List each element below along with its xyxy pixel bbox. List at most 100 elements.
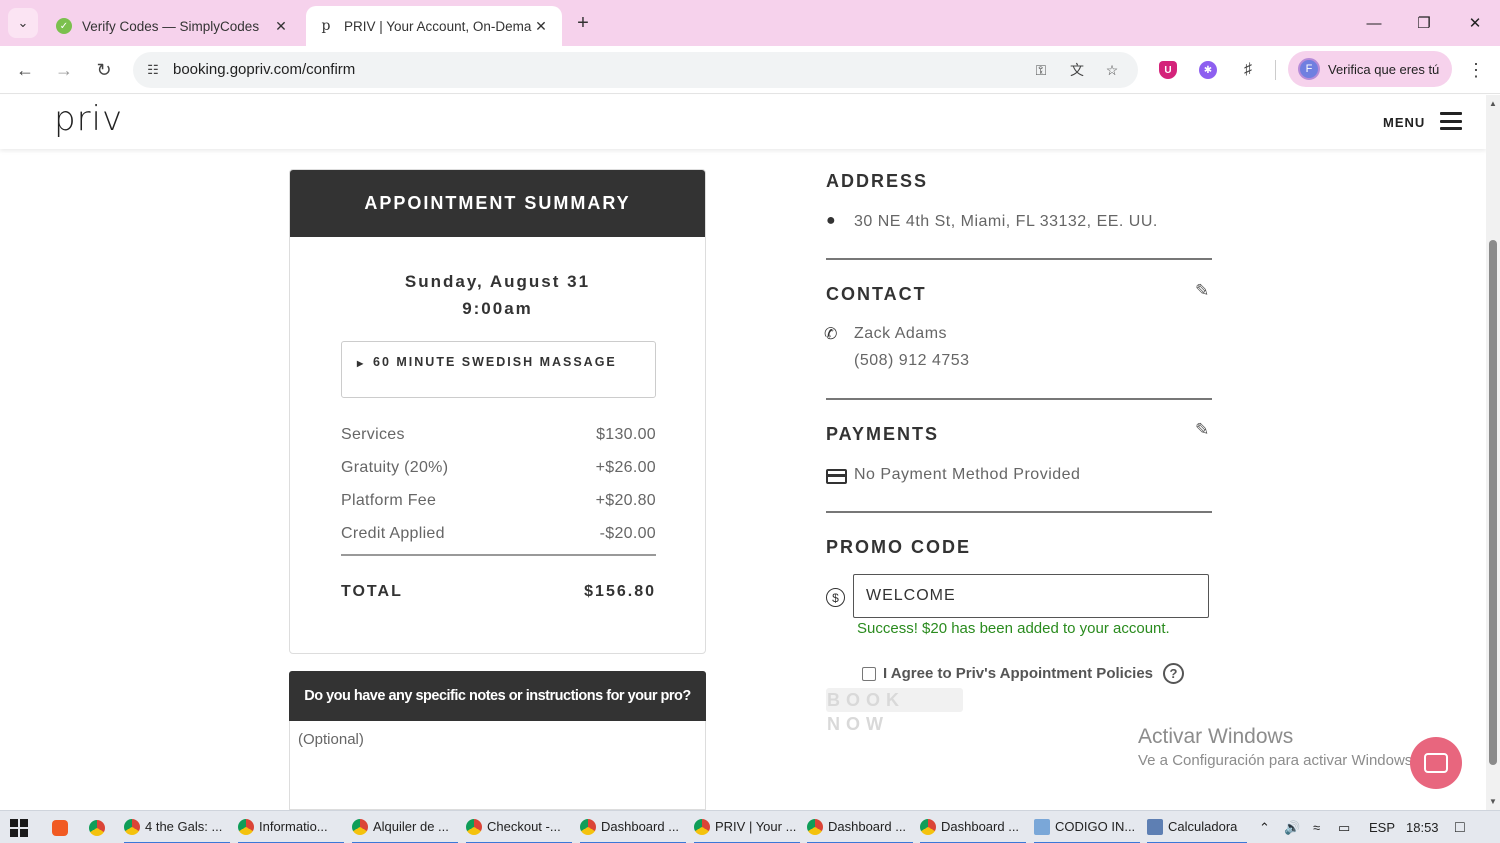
priv-logo[interactable]: priv	[54, 99, 123, 139]
volume-icon[interactable]: 🔊	[1284, 811, 1300, 843]
chat-icon	[1424, 753, 1448, 773]
agree-checkbox[interactable]	[862, 666, 876, 681]
tab-simplycodes[interactable]: ✓ Verify Codes — SimplyCodes ✕	[44, 6, 302, 46]
password-key-icon[interactable]: ⚿	[1030, 60, 1052, 80]
chrome-icon	[89, 819, 105, 836]
location-pin-icon: ●	[826, 212, 836, 229]
reload-button[interactable]: ↻	[90, 56, 118, 84]
menu-label[interactable]: MENU	[1383, 115, 1425, 130]
calculator-icon	[1147, 818, 1163, 835]
taskbar-item[interactable]: Checkout -...	[466, 811, 572, 843]
service-item[interactable]: ▶ 60 MINUTE SWEDISH MASSAGE	[341, 341, 656, 398]
line-item-platform-fee: Platform Fee +$20.80	[341, 492, 656, 525]
notes-placeholder: (Optional)	[298, 731, 364, 748]
start-button[interactable]	[10, 811, 32, 843]
dollar-circle-icon: $	[826, 588, 845, 607]
hamburger-menu-icon[interactable]	[1440, 112, 1462, 130]
contact-name: Zack Adams	[854, 325, 948, 342]
promo-code-input[interactable]	[853, 574, 1209, 618]
taskbar-item-label: Dashboard ...	[601, 819, 680, 834]
chrome-icon	[920, 818, 936, 835]
taskbar-item[interactable]: 4 the Gals: ...	[124, 811, 230, 843]
taskbar-item[interactable]: PRIV | Your ...	[694, 811, 800, 843]
tray-overflow-icon[interactable]: ⌃	[1259, 811, 1270, 843]
browser-toolbar: ← → ↻ ☷ booking.gopriv.com/confirm ⚿ 文 ☆…	[0, 46, 1500, 94]
tab-close-icon[interactable]: ✕	[272, 18, 290, 35]
line-item-label: Gratuity (20%)	[341, 459, 449, 476]
line-item-gratuity: Gratuity (20%) +$26.00	[341, 459, 656, 492]
help-icon[interactable]: ?	[1163, 663, 1185, 684]
promo-title: PROMO CODE	[826, 537, 972, 557]
tab-search-button[interactable]: ⌄	[8, 8, 38, 38]
bookmark-star-icon[interactable]: ☆	[1101, 60, 1123, 80]
clock[interactable]: 18:53	[1406, 811, 1439, 843]
line-item-label: Credit Applied	[341, 525, 445, 542]
browser-menu-icon[interactable]: ⋮	[1464, 58, 1488, 82]
chrome-icon	[580, 818, 596, 835]
tab-close-icon[interactable]: ✕	[532, 18, 550, 35]
line-item-services: Services $130.00	[341, 426, 656, 459]
scrollbar-thumb[interactable]	[1489, 240, 1497, 765]
battery-icon[interactable]: ▭	[1338, 811, 1350, 843]
arrow-left-icon: ←	[16, 59, 34, 80]
extension-shield-icon[interactable]: U	[1156, 58, 1180, 82]
scroll-up-icon[interactable]: ▲	[1489, 99, 1497, 108]
wifi-icon[interactable]: ≈	[1313, 811, 1320, 843]
total-row: TOTAL $156.80	[341, 583, 656, 601]
translate-icon[interactable]: 文	[1066, 60, 1088, 80]
appointment-time: 9:00am	[462, 299, 533, 318]
notepad-icon	[1034, 818, 1050, 835]
taskbar-brave[interactable]	[52, 811, 73, 843]
taskbar-item[interactable]: Dashboard ...	[807, 811, 913, 843]
language-indicator[interactable]: ESP	[1369, 811, 1395, 843]
taskbar-item[interactable]: Informatio...	[238, 811, 344, 843]
window-minimize-button[interactable]: —	[1354, 10, 1394, 36]
chat-launcher-button[interactable]	[1410, 737, 1462, 789]
taskbar-item-label: Alquiler de ...	[373, 819, 449, 834]
extension-swirl-icon[interactable]: ✱	[1196, 58, 1220, 82]
taskbar-item-label: Informatio...	[259, 819, 328, 834]
chrome-icon	[352, 818, 368, 835]
promo-success-message: Success! $20 has been added to your acco…	[857, 620, 1170, 637]
forward-button[interactable]: →	[50, 56, 78, 84]
edit-payment-icon[interactable]: ✎	[1195, 420, 1209, 440]
tab-priv[interactable]: p PRIV | Your Account, On-Demar ✕	[306, 6, 562, 46]
taskbar-item[interactable]: Dashboard ...	[920, 811, 1026, 843]
chrome-icon	[694, 818, 710, 835]
profile-button[interactable]: F Verifica que eres tú	[1288, 51, 1452, 87]
taskbar-item-label: Dashboard ...	[828, 819, 907, 834]
notes-heading: Do you have any specific notes or instru…	[289, 671, 706, 721]
notifications-icon[interactable]: □	[1455, 811, 1465, 843]
taskbar-chrome[interactable]	[89, 811, 110, 843]
window-restore-button[interactable]: ❐	[1404, 10, 1444, 36]
chrome-icon	[807, 818, 823, 835]
address-bar[interactable]: ☷ booking.gopriv.com/confirm ⚿ 文 ☆	[133, 52, 1138, 88]
line-item-value: +$26.00	[595, 459, 656, 476]
taskbar-item[interactable]: Calculadora	[1147, 811, 1247, 843]
scroll-down-icon[interactable]: ▼	[1489, 797, 1497, 806]
agree-label[interactable]: I Agree to Priv's Appointment Policies	[883, 665, 1153, 682]
page-scrollbar[interactable]: ▲ ▼	[1486, 95, 1500, 810]
appointment-summary-card: APPOINTMENT SUMMARY Sunday, August 31 9:…	[289, 169, 706, 654]
window-close-button[interactable]: ✕	[1455, 10, 1495, 36]
edit-contact-icon[interactable]: ✎	[1195, 281, 1209, 301]
taskbar-item-label: Checkout -...	[487, 819, 561, 834]
watermark-title: Activar Windows	[1138, 725, 1294, 748]
notes-textarea[interactable]: (Optional)	[289, 721, 706, 810]
profile-label: Verifica que eres tú	[1328, 61, 1440, 77]
book-now-button[interactable]: BOOK NOW	[826, 688, 963, 734]
taskbar-item[interactable]: Alquiler de ...	[352, 811, 458, 843]
new-tab-button[interactable]: +	[570, 10, 596, 36]
line-item-label: Platform Fee	[341, 492, 437, 509]
taskbar-item[interactable]: CODIGO IN...	[1034, 811, 1140, 843]
back-button[interactable]: ←	[11, 56, 39, 84]
taskbar-item[interactable]: Dashboard ...	[580, 811, 686, 843]
url-text[interactable]: booking.gopriv.com/confirm	[173, 61, 355, 78]
priv-favicon-icon: p	[321, 18, 331, 34]
site-settings-icon[interactable]: ☷	[143, 60, 163, 80]
chrome-icon	[466, 818, 482, 835]
appointment-date: Sunday, August 31	[404, 272, 591, 291]
extensions-puzzle-icon[interactable]: ♯	[1236, 58, 1260, 82]
line-item-label: Services	[341, 426, 405, 443]
chrome-icon	[124, 818, 140, 835]
